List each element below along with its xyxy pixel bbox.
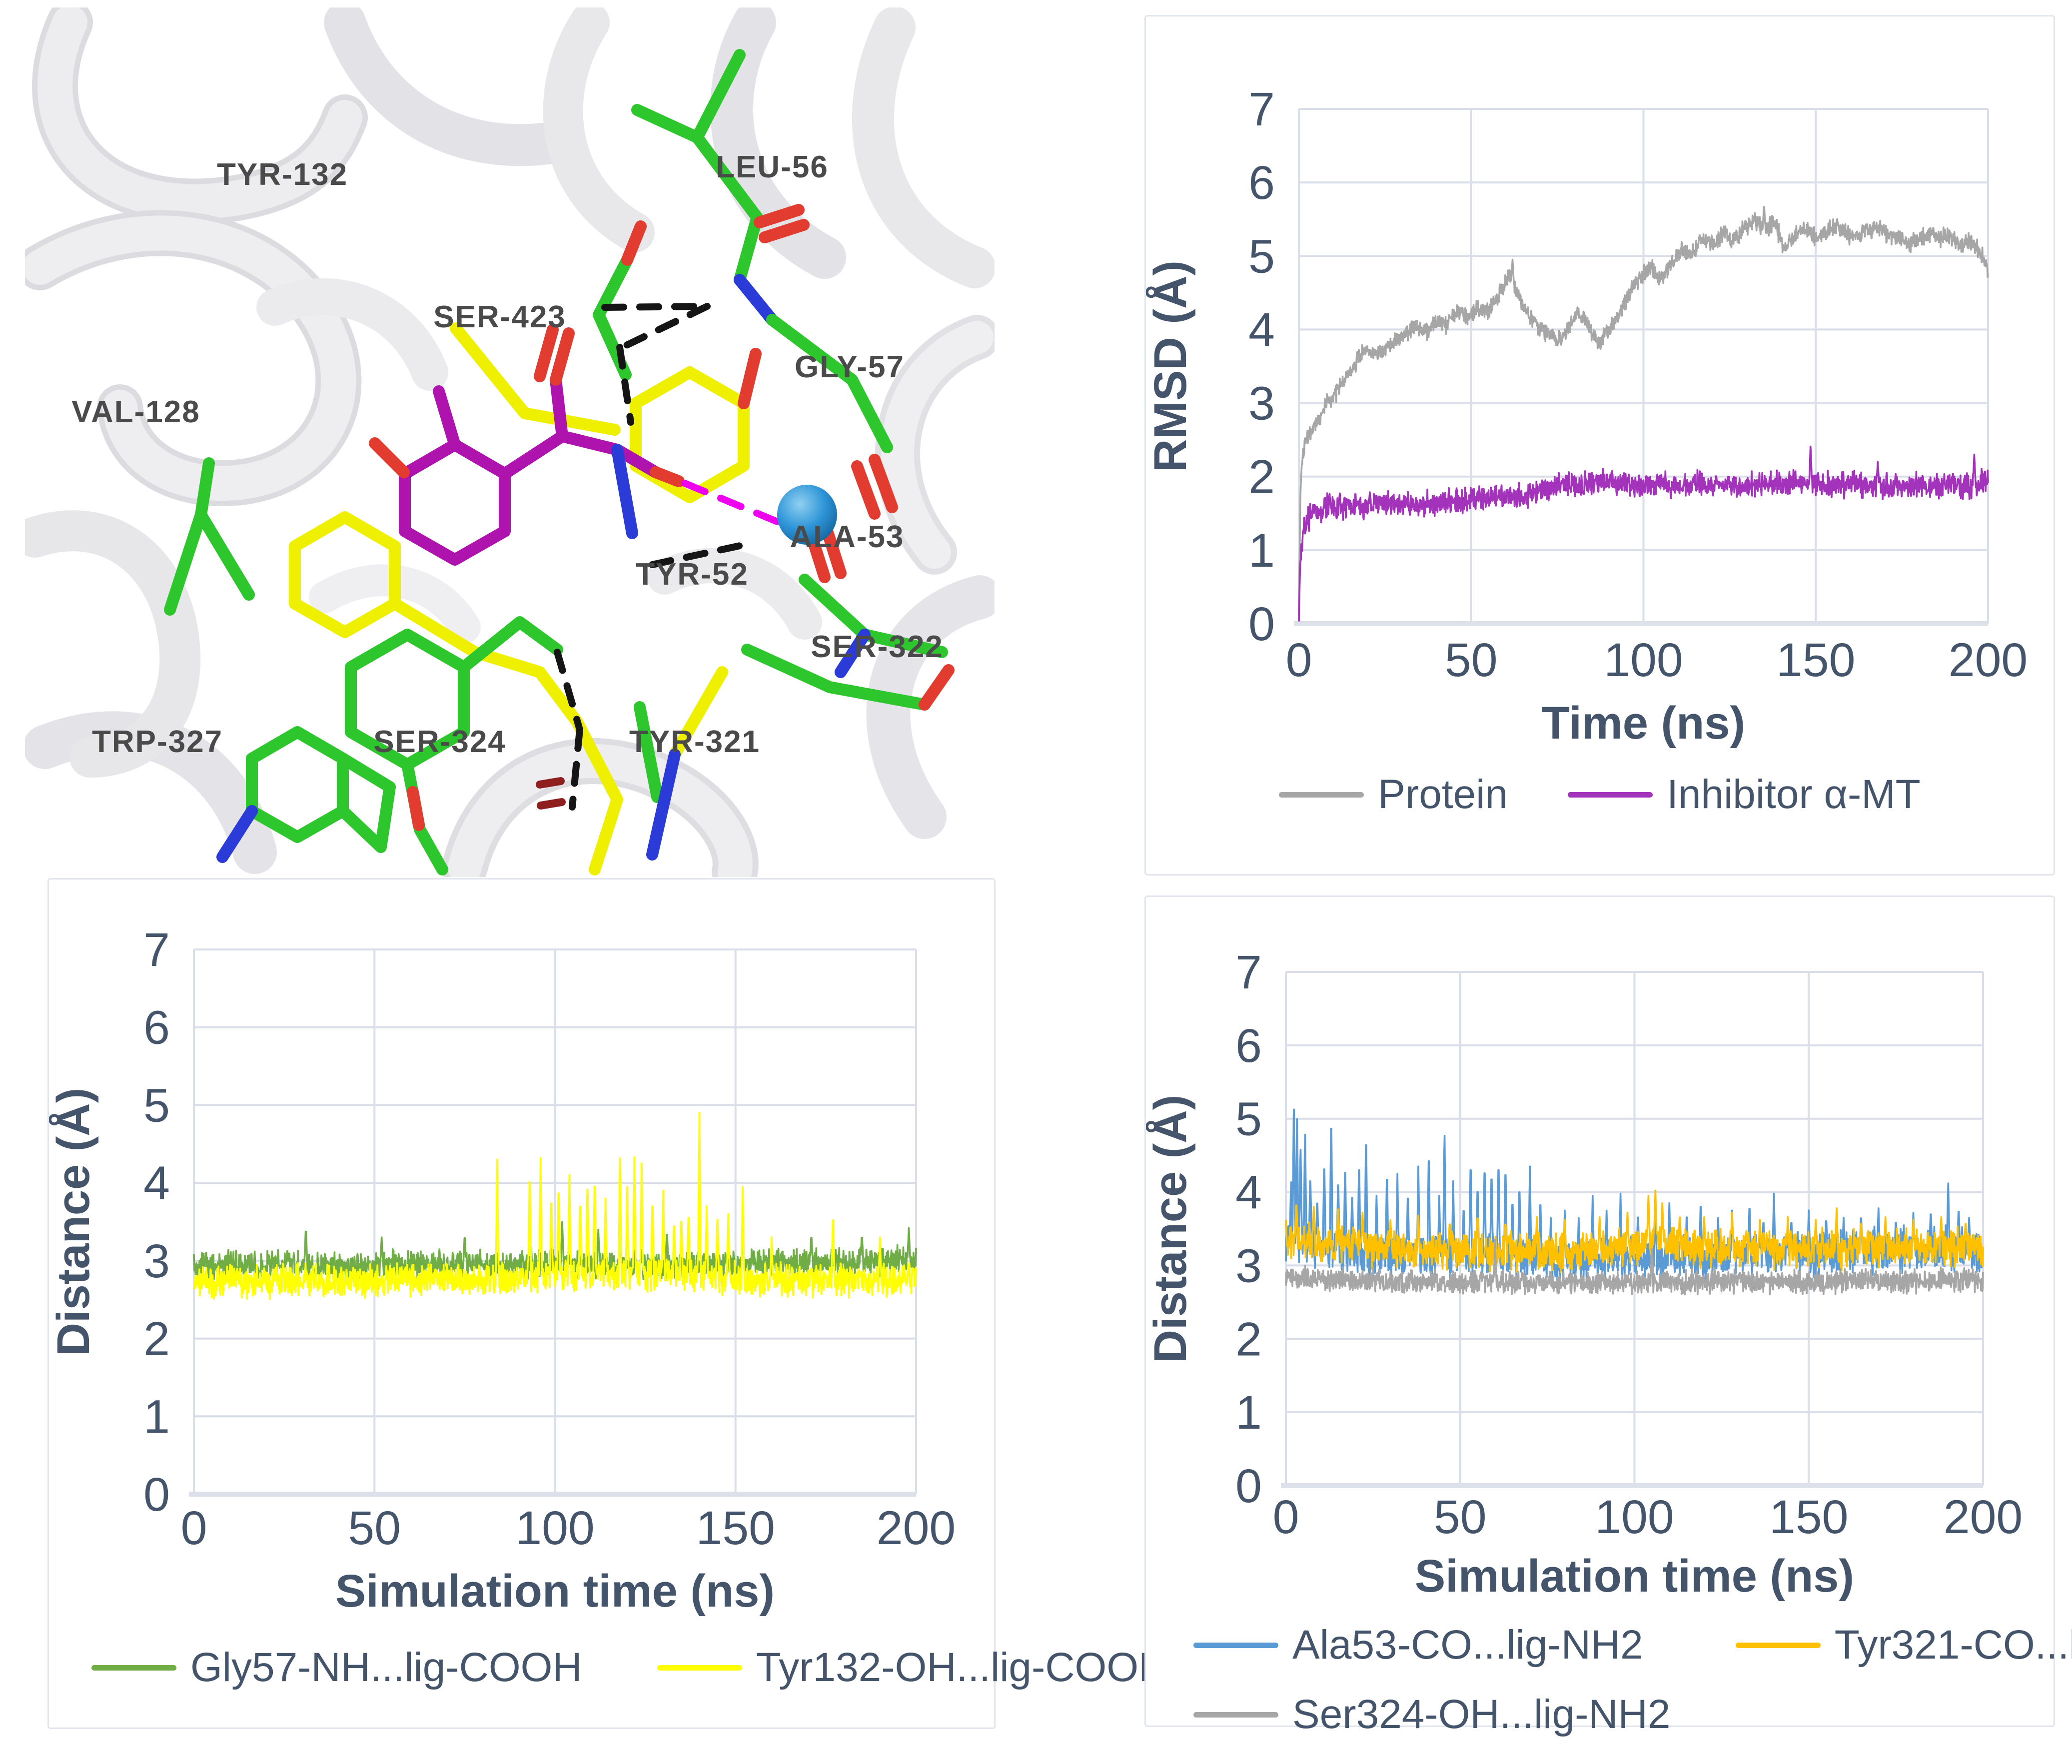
legend-label: Ser324-OH...lig-NH2 xyxy=(1292,1691,1670,1738)
legend-entry: Tyr321-CO...lig-NH2 xyxy=(1736,1622,2072,1669)
x-tick-label: 50 xyxy=(1434,1491,1487,1544)
distance-nh2-chart-legend: Ala53-CO...lig-NH2Tyr321-CO...lig-NH2 Ser… xyxy=(1146,1622,2054,1738)
legend-entry: Gly57-NH...lig-COOH xyxy=(91,1644,582,1691)
legend-swatch-icon xyxy=(91,1665,176,1671)
y-tick-label: 3 xyxy=(1235,1239,1262,1292)
distance-cooh-chart-panel: 0 1 2 3 4 5 6 7 0 50 100 150 200 Simulation time (ns)… xyxy=(47,878,996,1729)
legend-entry: Inhibitor α-MT xyxy=(1568,771,1921,818)
residue-label-leu-56: LEU-56 xyxy=(716,150,829,184)
y-tick-label: 0 xyxy=(1235,1460,1262,1513)
y-tick-label: 6 xyxy=(143,1001,170,1054)
molecule-panel: TYR-132 LEU-56 SER-423 GLY-57 VAL-128 ALA-53 T… xyxy=(25,7,995,877)
residue-label-trp-327: TRP-327 xyxy=(92,725,223,759)
residue-label-val-128: VAL-128 xyxy=(71,395,200,429)
x-tick-label: 200 xyxy=(1944,1491,2023,1544)
y-tick-label: 4 xyxy=(1248,303,1275,356)
y-tick-label: 4 xyxy=(143,1157,170,1210)
y-tick-label: 5 xyxy=(1235,1093,1262,1146)
y-tick-label: 2 xyxy=(1235,1313,1262,1366)
legend-swatch-icon xyxy=(1568,792,1653,798)
y-tick-label: 2 xyxy=(143,1313,170,1366)
x-tick-label: 50 xyxy=(1445,634,1498,687)
x-tick-label: 50 xyxy=(348,1502,401,1555)
legend-label: Tyr321-CO...lig-NH2 xyxy=(1835,1622,2072,1669)
legend-entry: Ser324-OH...lig-NH2 xyxy=(1193,1691,1670,1738)
legend-label: Gly57-NH...lig-COOH xyxy=(190,1644,582,1691)
residue-label-ser-324: SER-324 xyxy=(373,725,506,759)
legend-entry: Protein xyxy=(1279,771,1508,818)
gridlines xyxy=(1299,109,1988,624)
x-tick-label: 150 xyxy=(696,1502,775,1555)
y-tick-label: 0 xyxy=(1248,598,1275,651)
x-axis-title: Time (ns) xyxy=(1542,698,1745,749)
y-tick-label: 7 xyxy=(1248,83,1275,136)
y-tick-label: 1 xyxy=(1235,1386,1262,1439)
x-tick-label: 0 xyxy=(1273,1491,1299,1544)
y-tick-label: 3 xyxy=(1248,377,1275,430)
y-tick-label: 3 xyxy=(143,1235,170,1288)
y-axis-title: Distance (Å) xyxy=(49,1088,99,1356)
y-tick-label: 7 xyxy=(143,923,170,976)
y-tick-label: 5 xyxy=(143,1079,170,1132)
y-tick-label: 2 xyxy=(1248,451,1275,504)
legend-row: Ser324-OH...lig-NH2 xyxy=(1146,1691,2054,1738)
x-tick-label: 100 xyxy=(1595,1491,1674,1544)
x-tick-label: 100 xyxy=(1604,634,1683,687)
legend-label: Inhibitor α-MT xyxy=(1667,771,1921,818)
residue-label-ser-322: SER-322 xyxy=(811,630,944,664)
legend-swatch-icon xyxy=(1279,792,1364,798)
legend-swatch-icon xyxy=(657,1665,742,1671)
x-tick-label: 100 xyxy=(515,1502,595,1555)
legend-entry: Ala53-CO...lig-NH2 xyxy=(1193,1622,1643,1669)
legend-label: Tyr132-OH...lig-COOH xyxy=(756,1644,1168,1691)
x-tick-label: 0 xyxy=(1286,634,1312,687)
legend-row: Gly57-NH...lig-COOHTyr132-OH...lig-COOH xyxy=(49,1644,994,1691)
axis-ticks: 0 1 2 3 4 5 6 7 0 50 100 150 200 xyxy=(1248,83,2028,687)
y-tick-label: 6 xyxy=(1248,156,1275,209)
residue-label-ser-423: SER-423 xyxy=(433,300,566,334)
distance-nh2-chart: 01234567050100150200Simulation time (ns)… xyxy=(1146,897,2054,1607)
y-tick-label: 1 xyxy=(143,1390,170,1443)
gridlines xyxy=(194,949,916,1494)
residue-label-tyr-321: TYR-321 xyxy=(629,725,760,759)
figure-page: TYR-132 LEU-56 SER-423 GLY-57 VAL-128 ALA-53 T… xyxy=(0,0,2072,1764)
leu56-sticks xyxy=(637,55,804,320)
legend-label: Protein xyxy=(1378,771,1508,818)
x-tick-label: 200 xyxy=(877,1502,956,1555)
rmsd-chart-panel: 0 1 2 3 4 5 6 7 0 50 100 150 200 Time (ns) RMSD (Å) Pr… xyxy=(1144,15,2055,876)
residue-label-gly-57: GLY-57 xyxy=(795,350,905,384)
distance-cooh-chart: 0 1 2 3 4 5 6 7 0 50 100 150 200 Simulation time (ns)… xyxy=(49,880,994,1629)
gly57-sticks xyxy=(772,320,892,514)
y-tick-label: 6 xyxy=(1235,1019,1262,1072)
rmsd-chart: 0 1 2 3 4 5 6 7 0 50 100 150 200 Time (ns) RMSD (Å) xyxy=(1146,16,2054,756)
legend-swatch-icon xyxy=(1736,1643,1821,1648)
x-axis-title: Simulation time (ns) xyxy=(1415,1551,1854,1602)
residue-label-tyr-132: TYR-132 xyxy=(217,157,348,192)
y-tick-label: 4 xyxy=(1235,1166,1262,1219)
y-axis-title: Distance (Å) xyxy=(1146,1095,1196,1363)
x-tick-label: 150 xyxy=(1769,1491,1849,1544)
legend-row: Protein Inhibitor α-MT xyxy=(1146,771,2054,818)
residue-label-tyr-52: TYR-52 xyxy=(636,557,749,592)
x-tick-label: 200 xyxy=(1949,634,2028,687)
x-tick-label: 150 xyxy=(1776,634,1856,687)
x-axis-title: Simulation time (ns) xyxy=(335,1566,775,1617)
legend-entry: Tyr132-OH...lig-COOH xyxy=(657,1644,1168,1691)
molecule-rendering: TYR-132 LEU-56 SER-423 GLY-57 VAL-128 ALA-53 T… xyxy=(25,7,995,877)
rmsd-chart-legend: Protein Inhibitor α-MT xyxy=(1146,771,2054,818)
legend-swatch-icon xyxy=(1193,1643,1278,1648)
y-tick-label: 0 xyxy=(143,1468,170,1521)
x-tick-label: 0 xyxy=(181,1502,207,1555)
residue-label-ala-53: ALA-53 xyxy=(790,520,904,554)
metal-coordination-dash xyxy=(685,483,785,525)
legend-label: Ala53-CO...lig-NH2 xyxy=(1292,1622,1643,1669)
y-tick-label: 7 xyxy=(1235,946,1262,999)
y-axis-title: RMSD (Å) xyxy=(1146,260,1196,472)
y-tick-label: 1 xyxy=(1248,524,1275,577)
distance-cooh-chart-legend: Gly57-NH...lig-COOHTyr132-OH...lig-COOH xyxy=(49,1644,994,1691)
distance-nh2-chart-panel: 01234567050100150200Simulation time (ns)… xyxy=(1144,895,2055,1727)
y-tick-label: 5 xyxy=(1248,230,1275,283)
legend-swatch-icon xyxy=(1193,1712,1278,1718)
legend-row: Ala53-CO...lig-NH2Tyr321-CO...lig-NH2 xyxy=(1146,1622,2054,1669)
